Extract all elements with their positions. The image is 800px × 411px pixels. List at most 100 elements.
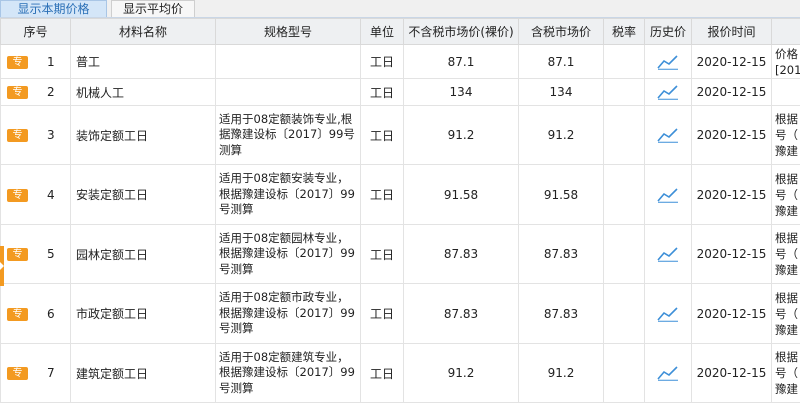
row-index: 1: [47, 54, 55, 69]
row-index: 5: [47, 247, 55, 261]
market-price: 134: [403, 78, 519, 106]
tax-rate: [603, 224, 645, 284]
tax-rate: [603, 343, 645, 403]
special-badge: 专: [7, 367, 28, 380]
spec-model: 适用于08定额装饰专业,根据豫建设标〔2017〕99号测算: [215, 105, 361, 165]
quote-date: 2020-12-15: [691, 224, 772, 284]
special-badge: 专: [7, 55, 28, 69]
history-price-cell: [644, 164, 692, 225]
col-header-extra[interactable]: [771, 18, 800, 45]
table-row[interactable]: 专 4 安装定额工日 适用于08定额安装专业，根据豫建设标〔2017〕99号测算 工日 9…: [0, 164, 800, 225]
row-index-cell: 专3: [0, 105, 71, 165]
row-index-cell: 专2: [0, 78, 71, 106]
special-badge: 专: [7, 129, 28, 142]
remark-truncated: 根据 号（ 豫建: [771, 164, 800, 225]
col-header-date[interactable]: 报价时间: [691, 18, 772, 45]
col-header-spec[interactable]: 规格型号: [215, 18, 361, 45]
tax-rate: [603, 78, 645, 106]
material-name: 建筑定额工日: [70, 343, 216, 403]
market-price-tax: 91.58: [518, 164, 604, 225]
col-header-index[interactable]: 序号: [0, 18, 71, 45]
material-name: 装饰定额工日: [70, 105, 216, 165]
col-header-name[interactable]: 材料名称: [70, 18, 216, 45]
unit: 工日: [360, 164, 404, 225]
quote-date: 2020-12-15: [691, 105, 772, 165]
side-collapse-handle[interactable]: [0, 246, 4, 286]
spec-model: 适用于08定额园林专业，根据豫建设标〔2017〕99号测算: [215, 224, 361, 284]
spec-model: 适用于08定额安装专业，根据豫建设标〔2017〕99号测算: [215, 164, 361, 225]
tax-rate: [603, 283, 645, 344]
market-price: 91.2: [403, 343, 519, 403]
row-index: 2: [47, 85, 55, 99]
remark-truncated: 根据 号（ 豫建: [771, 224, 800, 284]
history-price-cell: [644, 44, 692, 79]
unit: 工日: [360, 224, 404, 284]
row-index-cell: 专6: [0, 283, 71, 344]
history-price-cell: [644, 283, 692, 344]
material-name: 安装定额工日: [70, 164, 216, 225]
row-index-cell: 专5: [0, 224, 71, 284]
col-header-price[interactable]: 不含税市场价(裸价): [403, 18, 519, 45]
special-badge: 专: [7, 188, 28, 202]
unit: 工日: [360, 105, 404, 165]
market-price-tax: 91.2: [518, 343, 604, 403]
trend-line-icon[interactable]: [657, 84, 679, 100]
market-price-tax: 87.83: [518, 224, 604, 284]
row-index: 6: [47, 306, 55, 321]
tab-bar: 显示本期价格 显示平均价: [0, 0, 800, 18]
table-row[interactable]: 专 7 建筑定额工日 适用于08定额建筑专业，根据豫建设标〔2017〕99号测算 工日 9…: [0, 343, 800, 403]
material-name: 普工: [70, 44, 216, 79]
trend-line-icon[interactable]: [657, 246, 679, 262]
col-header-tax-rate[interactable]: 税率: [603, 18, 645, 45]
row-index-cell: 专4: [0, 164, 71, 225]
remark-truncated: 根据 号（ 豫建: [771, 283, 800, 344]
col-header-price-tax[interactable]: 含税市场价: [518, 18, 604, 45]
quote-date: 2020-12-15: [691, 283, 772, 344]
material-name: 园林定额工日: [70, 224, 216, 284]
tab-average-price[interactable]: 显示平均价: [111, 0, 195, 17]
market-price-tax: 134: [518, 78, 604, 106]
history-price-cell: [644, 343, 692, 403]
unit: 工日: [360, 283, 404, 344]
trend-line-icon[interactable]: [657, 365, 679, 381]
col-header-unit[interactable]: 单位: [360, 18, 404, 45]
remark-truncated: 价格 [201: [771, 44, 800, 79]
row-index-cell: 专1: [0, 44, 71, 79]
special-badge: 专: [7, 248, 28, 261]
quote-date: 2020-12-15: [691, 44, 772, 79]
remark-truncated: 根据 号（ 豫建: [771, 343, 800, 403]
market-price: 91.58: [403, 164, 519, 225]
market-price: 87.1: [403, 44, 519, 79]
table-header: 序号 材料名称 规格型号 单位 不含税市场价(裸价) 含税市场价 税率 历史价 …: [0, 18, 800, 45]
trend-line-icon[interactable]: [657, 187, 679, 203]
col-header-history[interactable]: 历史价: [644, 18, 692, 45]
tab-current-price[interactable]: 显示本期价格: [0, 0, 107, 17]
table-row[interactable]: 专 6 市政定额工日 适用于08定额市政专业，根据豫建设标〔2017〕99号测算 工日 8…: [0, 283, 800, 344]
trend-line-icon[interactable]: [657, 54, 679, 70]
row-index: 4: [47, 187, 55, 202]
market-price: 87.83: [403, 224, 519, 284]
spec-model: [215, 78, 361, 106]
tax-rate: [603, 105, 645, 165]
table-row[interactable]: 专 2 机械人工 工日 134 134 2020-12-15: [0, 78, 800, 106]
market-price: 87.83: [403, 283, 519, 344]
row-index: 7: [47, 366, 55, 380]
quote-date: 2020-12-15: [691, 78, 772, 106]
spec-model: 适用于08定额建筑专业，根据豫建设标〔2017〕99号测算: [215, 343, 361, 403]
history-price-cell: [644, 78, 692, 106]
trend-line-icon[interactable]: [657, 306, 679, 322]
quote-date: 2020-12-15: [691, 164, 772, 225]
market-price-tax: 87.83: [518, 283, 604, 344]
row-index-cell: 专7: [0, 343, 71, 403]
table-row[interactable]: 专 5 园林定额工日 适用于08定额园林专业，根据豫建设标〔2017〕99号测算 工日 8…: [0, 224, 800, 284]
table-row[interactable]: 专 3 装饰定额工日 适用于08定额装饰专业,根据豫建设标〔2017〕99号测算 工日 9…: [0, 105, 800, 165]
trend-line-icon[interactable]: [657, 127, 679, 143]
history-price-cell: [644, 105, 692, 165]
market-price-tax: 87.1: [518, 44, 604, 79]
spec-model: [215, 44, 361, 79]
price-table: 序号 材料名称 规格型号 单位 不含税市场价(裸价) 含税市场价 税率 历史价 …: [0, 18, 800, 403]
tax-rate: [603, 164, 645, 225]
quote-date: 2020-12-15: [691, 343, 772, 403]
special-badge: 专: [7, 307, 28, 321]
table-row[interactable]: 专 1 普工 工日 87.1 87.1 2020-12-15 价格 [201: [0, 44, 800, 79]
